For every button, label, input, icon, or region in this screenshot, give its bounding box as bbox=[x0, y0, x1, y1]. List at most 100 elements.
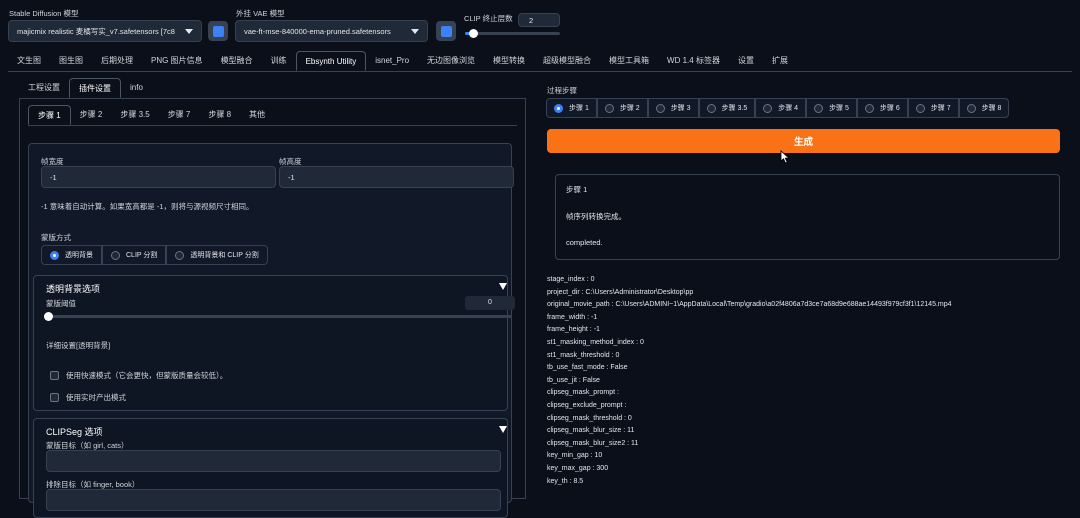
sd-model-label: Stable Diffusion 模型 bbox=[9, 9, 79, 18]
tab-10[interactable]: 超级模型融合 bbox=[534, 51, 600, 71]
tab-4[interactable]: 模型融合 bbox=[212, 51, 262, 71]
mask-target-input[interactable] bbox=[46, 450, 501, 472]
info-line: tb_use_fast_mode : False bbox=[547, 364, 628, 372]
detail-settings-label: 详细设置[透明背景] bbox=[46, 341, 111, 350]
info-line: clipseg_exclude_prompt : bbox=[547, 401, 627, 409]
radio-icon[interactable] bbox=[111, 250, 120, 260]
mask-method-option-0[interactable]: 透明背景 bbox=[41, 245, 102, 265]
step-tab-1[interactable]: 步骤 2 bbox=[71, 105, 112, 125]
radio-icon[interactable] bbox=[50, 250, 59, 260]
refresh-sd-model-button[interactable] bbox=[208, 21, 228, 41]
tab-14[interactable]: 扩展 bbox=[763, 51, 797, 71]
tab-3[interactable]: PNG 图片信息 bbox=[142, 51, 212, 71]
mask-threshold-label: 蒙版阈值 bbox=[46, 299, 76, 308]
vae-dropdown[interactable]: vae-ft-mse-840000-ema-pruned.safetensors bbox=[235, 20, 428, 42]
jit-checkbox[interactable] bbox=[50, 393, 59, 402]
process-step-option-3[interactable]: 步骤 3.5 bbox=[698, 98, 756, 118]
process-step-option-8[interactable]: 步骤 8 bbox=[958, 98, 1010, 118]
jit-checkbox-row[interactable]: 使用实时产出模式 bbox=[50, 392, 126, 403]
tab-13[interactable]: 设置 bbox=[729, 51, 763, 71]
info-line: tb_use_jit : False bbox=[547, 376, 600, 384]
mask-method-option-2[interactable]: 透明背景和 CLIP 分割 bbox=[166, 245, 268, 265]
frame-height-input[interactable]: -1 bbox=[279, 166, 514, 188]
fast-mode-checkbox[interactable] bbox=[50, 371, 59, 380]
transparent-bg-title: 透明背景选项 bbox=[46, 284, 101, 294]
radio-icon[interactable] bbox=[966, 103, 976, 113]
radio-icon[interactable] bbox=[554, 103, 563, 113]
clip-skip-input[interactable]: 2 bbox=[518, 13, 560, 27]
tab-9[interactable]: 模型转换 bbox=[484, 51, 534, 71]
mask-threshold-knob[interactable] bbox=[44, 312, 53, 321]
step1-panel: 帧宽度 -1 帧高度 -1 -1 意味着自动计算。如果宽高都是 -1，则将与源视… bbox=[28, 143, 515, 518]
process-step-option-1[interactable]: 步骤 2 bbox=[596, 98, 648, 118]
process-step-option-label: 步骤 8 bbox=[981, 105, 1002, 112]
tab-1[interactable]: 图生图 bbox=[50, 51, 92, 71]
output-line-1: 步骤 1 bbox=[566, 185, 588, 194]
mask-method-radios: 透明背景 CLIP 分割 透明背景和 CLIP 分割 bbox=[41, 245, 268, 265]
sub-tab-0[interactable]: 工程设置 bbox=[19, 78, 69, 98]
left-panel: 工程设置 插件设置 info 步骤 1 步骤 2 步骤 3.5 步骤 7 步骤 8 其他 帧宽… bbox=[19, 78, 526, 518]
step-tabs: 步骤 1 步骤 2 步骤 3.5 步骤 7 步骤 8 其他 bbox=[28, 105, 517, 126]
refresh-icon bbox=[440, 25, 452, 37]
clip-skip-slider[interactable] bbox=[465, 29, 560, 38]
process-step-option-2[interactable]: 步骤 3 bbox=[647, 98, 699, 118]
chevron-down-icon bbox=[411, 28, 419, 34]
step-tab-4[interactable]: 步骤 8 bbox=[199, 105, 240, 125]
triangle-down-icon[interactable] bbox=[499, 283, 507, 290]
fast-mode-checkbox-row[interactable]: 使用快速模式（它会更快，但蒙版质量会较低）。 bbox=[50, 370, 227, 381]
radio-icon[interactable] bbox=[175, 250, 185, 260]
radio-icon[interactable] bbox=[814, 103, 824, 113]
info-line: stage_index : 0 bbox=[547, 276, 595, 283]
info-line: st1_mask_threshold : 0 bbox=[547, 351, 620, 359]
process-step-option-4[interactable]: 步骤 4 bbox=[755, 98, 807, 118]
tab-2[interactable]: 后期处理 bbox=[92, 51, 142, 71]
mask-threshold-slider[interactable] bbox=[44, 312, 512, 321]
mask-threshold-input[interactable]: 0 bbox=[465, 296, 515, 310]
tab-11[interactable]: 模型工具箱 bbox=[600, 51, 658, 71]
tab-7[interactable]: isnet_Pro bbox=[366, 51, 418, 71]
tab-6[interactable]: Ebsynth Utility bbox=[295, 51, 367, 71]
triangle-down-icon[interactable] bbox=[499, 426, 507, 433]
radio-icon[interactable] bbox=[604, 103, 614, 113]
tab-0[interactable]: 文生图 bbox=[8, 51, 50, 71]
step-tab-5[interactable]: 其他 bbox=[240, 105, 274, 125]
step-tab-3[interactable]: 步骤 7 bbox=[159, 105, 200, 125]
radio-icon[interactable] bbox=[864, 103, 874, 113]
process-step-option-7[interactable]: 步骤 7 bbox=[907, 98, 959, 118]
refresh-icon bbox=[212, 25, 224, 37]
clip-skip-knob[interactable] bbox=[468, 29, 478, 38]
sub-tab-body: 步骤 1 步骤 2 步骤 3.5 步骤 7 步骤 8 其他 帧宽度 -1 帧高度 -1 -… bbox=[19, 99, 526, 518]
clip-skip-label: CLIP 终止层数 bbox=[464, 14, 513, 23]
radio-icon[interactable] bbox=[915, 103, 925, 113]
tab-8[interactable]: 无边图像浏览 bbox=[418, 51, 484, 71]
process-step-option-5[interactable]: 步骤 5 bbox=[806, 98, 857, 118]
process-step-option-0[interactable]: 步骤 1 bbox=[546, 98, 597, 118]
fast-mode-label: 使用快速模式（它会更快，但蒙版质量会较低）。 bbox=[66, 371, 228, 380]
mask-method-option-label: CLIP 分割 bbox=[126, 252, 158, 259]
sub-tab-1[interactable]: 插件设置 bbox=[69, 78, 121, 98]
refresh-vae-button[interactable] bbox=[436, 21, 456, 41]
step-tab-2[interactable]: 步骤 3.5 bbox=[111, 105, 158, 125]
step-tab-0[interactable]: 步骤 1 bbox=[28, 105, 71, 125]
frame-width-input[interactable]: -1 bbox=[41, 166, 276, 188]
radio-icon[interactable] bbox=[706, 103, 716, 113]
info-line: key_min_gap : 10 bbox=[547, 452, 603, 460]
sd-model-dropdown[interactable]: majicmix realistic 麦橘写实_v7.safetensors [… bbox=[8, 20, 202, 42]
process-step-option-6[interactable]: 步骤 6 bbox=[856, 98, 908, 118]
mask-method-option-1[interactable]: CLIP 分割 bbox=[102, 245, 167, 265]
radio-icon[interactable] bbox=[655, 103, 665, 113]
process-step-radios: 步骤 1 步骤 2 步骤 3 步骤 3.5 步骤 4 步骤 5 步骤 6 步骤 7 步骤 8 bbox=[546, 98, 1010, 118]
exclude-target-input[interactable] bbox=[46, 489, 501, 511]
process-step-option-label: 步骤 6 bbox=[879, 105, 900, 112]
output-box: 步骤 1 帧序列转换完成。 completed. bbox=[555, 174, 1060, 260]
mask-method-option-label: 透明背景和 CLIP 分割 bbox=[190, 252, 259, 259]
info-line: project_dir : C:\Users\Administrator\Des… bbox=[547, 288, 694, 296]
sub-tab-2[interactable]: info bbox=[121, 78, 152, 98]
tab-12[interactable]: WD 1.4 标签器 bbox=[658, 51, 729, 71]
info-line: clipseg_mask_threshold : 0 bbox=[547, 414, 632, 422]
tab-5[interactable]: 训练 bbox=[262, 51, 296, 71]
process-step-option-label: 步骤 1 bbox=[569, 105, 589, 112]
generate-button[interactable]: 生成 bbox=[547, 129, 1060, 153]
radio-icon[interactable] bbox=[763, 103, 773, 113]
main-tabs: 文生图 图生图 后期处理 PNG 图片信息 模型融合 训练 Ebsynth Utility i… bbox=[8, 51, 1072, 72]
